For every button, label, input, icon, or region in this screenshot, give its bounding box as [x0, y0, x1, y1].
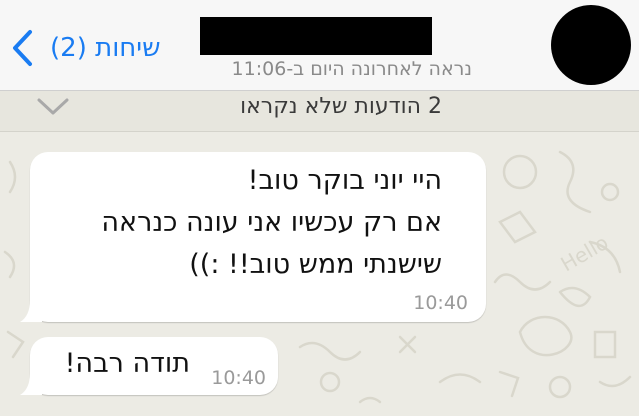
- message-bubble[interactable]: תודה רבה! 10:40: [20, 337, 278, 395]
- bubble-tail: [20, 300, 42, 322]
- chat-area[interactable]: Hello היי יוני בוקר טוב! אם רק עכשיו אני…: [0, 132, 639, 416]
- unread-messages-banner[interactable]: 2 הודעות שלא נקראו: [0, 91, 639, 132]
- chevron-down-icon[interactable]: [36, 95, 70, 117]
- message-bubble[interactable]: היי יוני בוקר טוב! אם רק עכשיו אני עונה …: [20, 152, 486, 322]
- message-line: תודה רבה!: [64, 348, 190, 379]
- svg-text:Hello: Hello: [557, 230, 613, 276]
- message-line: אם רק עכשיו אני עונה כנראה: [101, 207, 442, 238]
- unread-messages-label: 2 הודעות שלא נקראו: [240, 94, 442, 119]
- bubble-tail: [20, 373, 42, 395]
- message-timestamp: 10:40: [413, 292, 468, 314]
- message-line: היי יוני בוקר טוב!: [247, 165, 442, 196]
- message-text: תודה רבה!: [65, 343, 190, 385]
- chevron-left-icon: [13, 30, 32, 66]
- message-line: שישנתי ממש טוב!! :)): [189, 249, 442, 280]
- message-text: היי יוני בוקר טוב! אם רק עכשיו אני עונה …: [101, 160, 442, 286]
- back-label: שיחות (2): [50, 33, 161, 63]
- back-button[interactable]: שיחות (2): [10, 28, 161, 68]
- message-timestamp: 10:40: [211, 367, 266, 389]
- navigation-bar: שיחות (2) נראה לאחרונה היום ב-11:06: [0, 0, 639, 91]
- avatar[interactable]: [551, 5, 631, 85]
- last-seen-status: נראה לאחרונה היום ב-11:06: [231, 58, 472, 80]
- contact-name-redacted[interactable]: [200, 17, 432, 55]
